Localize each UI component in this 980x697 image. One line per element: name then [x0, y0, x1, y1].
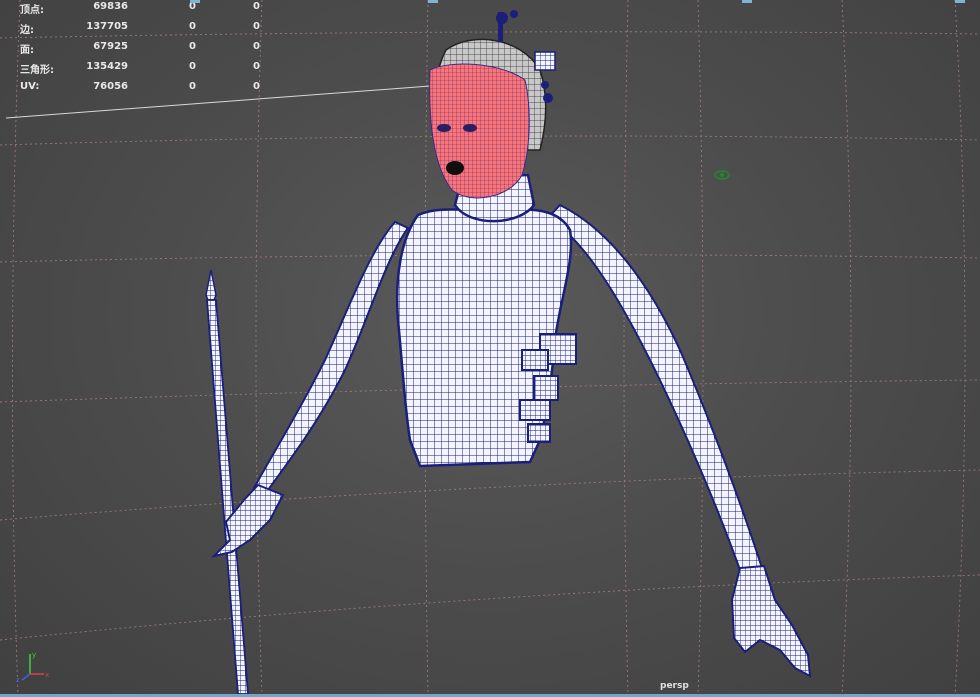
hud-value: 0 [253, 41, 260, 52]
hud-value: 0 [253, 21, 260, 32]
mouth-shape [446, 161, 464, 175]
axis-y-label: y [32, 651, 36, 659]
spear-mesh[interactable] [205, 269, 249, 695]
hud-row-uvs: UV: 76056 0 0 [0, 80, 270, 100]
hud-value: 135429 [86, 61, 128, 72]
eye-left [437, 124, 451, 132]
torso-mesh[interactable] [395, 173, 577, 468]
axis-x-label: x [45, 671, 49, 679]
hud-row-triangles: 三角形: 135429 0 0 [0, 60, 270, 80]
hud-label: 边: [20, 25, 34, 36]
right-arm-mesh[interactable] [546, 203, 812, 678]
hud-value: 0 [253, 61, 260, 72]
hud-value: 0 [253, 81, 260, 92]
eye-right [463, 124, 477, 132]
hud-value: 69836 [93, 1, 128, 12]
scene-canvas[interactable] [0, 0, 980, 697]
hud-label: UV: [20, 81, 40, 92]
toolbar-tick [190, 0, 200, 3]
left-arm-mesh[interactable] [210, 220, 410, 558]
maya-viewport[interactable]: 顶点: 69836 0 0 边: 137705 0 0 面: 67925 0 0… [0, 0, 980, 697]
hud-value: 137705 [86, 21, 128, 32]
hud-label: 顶点: [20, 5, 44, 16]
hud-value: 0 [189, 41, 196, 52]
heads-up-display: 顶点: 69836 0 0 边: 137705 0 0 面: 67925 0 0… [0, 0, 270, 100]
hud-label: 面: [20, 45, 34, 56]
hud-value: 0 [189, 21, 196, 32]
hud-value: 0 [189, 81, 196, 92]
hud-value: 76056 [93, 81, 128, 92]
hud-value: 0 [253, 1, 260, 12]
hud-value: 67925 [93, 41, 128, 52]
toolbar-tick [742, 0, 752, 3]
hud-label: 三角形: [20, 65, 54, 76]
camera-name-label: persp [660, 681, 689, 691]
hud-row-edges: 边: 137705 0 0 [0, 20, 270, 40]
hair-ornament [534, 51, 556, 71]
hud-value: 0 [189, 61, 196, 72]
head-mesh[interactable] [429, 10, 556, 199]
camera-icon[interactable] [712, 168, 732, 182]
axis-z-label: z [16, 676, 20, 684]
hud-row-faces: 面: 67925 0 0 [0, 40, 270, 60]
hud-row-vertices: 顶点: 69836 0 0 [0, 0, 270, 20]
axis-gizmo-icon: y x z [16, 651, 49, 684]
toolbar-tick [955, 0, 965, 3]
toolbar-tick [428, 0, 438, 3]
